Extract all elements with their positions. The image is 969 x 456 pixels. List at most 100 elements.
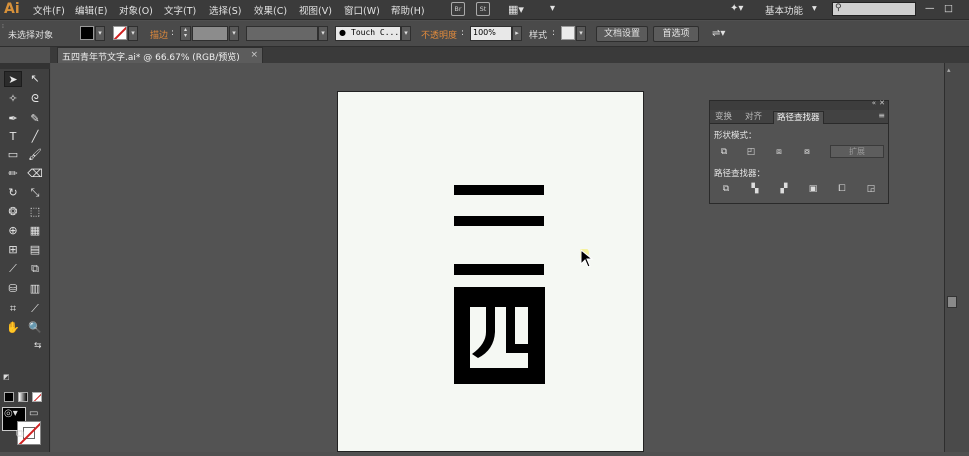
maximize-icon[interactable]: □ [944,3,953,14]
line-segment-tool-icon[interactable]: ╱ [26,129,44,145]
rotate-tool-icon[interactable]: ↻ [4,185,22,201]
unite-icon[interactable]: ⧉ [719,147,729,157]
stroke-weight-stepper[interactable]: ▴ ▾ [180,26,191,41]
outline-icon[interactable]: ⧠ [837,184,847,194]
intersect-icon[interactable]: ⧈ [774,147,784,157]
paintbrush-tool-icon[interactable]: 🖌 [26,147,44,163]
menu-window[interactable]: 窗口(W) [344,3,380,17]
tab-pathfinder[interactable]: 路径查找器 [773,111,824,124]
screen-mode-icon[interactable]: ⧉ [16,427,24,441]
pencil-tool-icon[interactable]: ✏ [4,166,22,182]
opacity-arrow-icon[interactable]: ▸ [512,26,522,41]
pen-tool-icon[interactable]: ✒ [4,111,22,127]
eyedropper-tool-icon[interactable]: ⟋ [4,261,22,277]
scale-tool-icon[interactable]: ⤡ [26,185,44,201]
arrange-documents-icon[interactable]: ▦▾ [508,3,524,16]
eraser-tool-icon[interactable]: ⌫ [26,166,44,182]
preferences-button[interactable]: 首选项 [653,26,699,42]
direct-selection-tool-icon[interactable]: ↖ [26,71,44,87]
brush-dropdown-icon[interactable]: ▾ [401,26,411,41]
column-graph-tool-icon[interactable]: ▥ [26,281,44,297]
style-dropdown-icon[interactable]: ▾ [576,26,586,41]
magic-wand-tool-icon[interactable]: ✧ [4,91,22,107]
zoom-tool-icon[interactable]: 🔍 [26,320,44,336]
shape-builder-tool-icon[interactable]: ⊕ [4,223,22,239]
drawing-mode-icon[interactable]: ◎▾ [4,408,18,419]
stock-button[interactable]: St [476,2,490,16]
variable-width-profile[interactable] [246,26,318,41]
tab-align[interactable]: 对齐 [742,111,765,124]
minus-front-icon[interactable]: ◰ [746,147,756,157]
tab-transform[interactable]: 变换 [712,111,735,124]
scrollbar-thumb[interactable] [947,296,957,308]
panel-menu-icon[interactable]: ≡ [878,111,885,120]
drawing-mode-dropdown-icon[interactable]: ▭ [29,408,38,419]
menu-view[interactable]: 视图(V) [299,3,332,17]
workspace-chevron-icon[interactable]: ▾ [812,3,817,14]
artboard-tool-icon[interactable]: ⌗ [4,301,22,317]
bridge-button[interactable]: Br [451,2,465,16]
divide-icon[interactable]: ⧉ [721,184,731,194]
blend-tool-icon[interactable]: ⧉ [26,261,44,277]
color-mode-icon[interactable] [4,392,14,402]
fill-dropdown-icon[interactable]: ▾ [95,26,105,41]
free-transform-tool-icon[interactable]: ⬚ [26,204,44,220]
document-setup-button[interactable]: 文档设置 [596,26,648,42]
menu-file[interactable]: 文件(F) [33,3,65,17]
collapse-icon[interactable]: « [872,99,876,107]
symbol-sprayer-tool-icon[interactable]: ⛁ [4,281,22,297]
warp-tool-icon[interactable]: ❂ [4,204,22,220]
gradient-mode-icon[interactable] [18,392,28,402]
selection-tool-icon[interactable]: ➤ [4,71,22,87]
vertical-scrollbar[interactable]: ▴ [944,63,969,452]
minimize-icon[interactable]: — [925,3,935,14]
stroke-label[interactable]: 描边 [150,28,168,41]
stroke-weight-dropdown-icon[interactable]: ▾ [229,26,239,41]
menu-select[interactable]: 选择(S) [209,3,241,17]
curvature-tool-icon[interactable]: ✎ [26,111,44,127]
stroke-weight-input[interactable] [192,26,228,41]
menu-help[interactable]: 帮助(H) [391,3,425,17]
close-icon[interactable]: × [250,50,258,60]
minus-back-icon[interactable]: ◲ [866,184,876,194]
crop-icon[interactable]: ▣ [808,184,818,194]
type-tool-icon[interactable]: T [4,129,22,145]
chevron-down-icon[interactable]: ▾ [550,3,555,14]
exclude-icon[interactable]: ⧇ [802,147,812,157]
pathfinder-panel: « ✕ 变换 对齐 路径查找器 ≡ 形状模式： ⧉ ◰ ⧈ ⧇ 扩展 路径查找器… [709,99,889,204]
default-colors-icon[interactable]: ◩ [3,373,10,381]
close-icon[interactable]: ✕ [879,99,885,107]
document-tab[interactable]: 五四青年节文字.ai* @ 66.67% (RGB/预览) × [57,47,263,63]
stroke-swatch[interactable] [113,26,127,40]
workspace-switcher[interactable]: 基本功能 [765,3,803,17]
menu-effect[interactable]: 效果(C) [254,3,287,17]
merge-icon[interactable]: ▞ [779,184,789,194]
opacity-input[interactable]: 100% [470,26,512,41]
brush-definition[interactable]: ● Touch C... [335,26,401,41]
rectangle-tool-icon[interactable]: ▭ [4,147,22,163]
slice-tool-icon[interactable]: ⟋ [26,301,44,317]
fill-swatch[interactable] [80,26,94,40]
mesh-tool-icon[interactable]: ⊞ [4,242,22,258]
panel-menu-icon[interactable]: ⇌▾ [712,28,725,39]
style-swatch[interactable] [561,26,575,40]
menu-edit[interactable]: 编辑(E) [75,3,107,17]
menu-type[interactable]: 文字(T) [164,3,196,17]
panel-header[interactable]: « ✕ [710,99,888,110]
opacity-label[interactable]: 不透明度 [421,28,457,41]
stroke-dropdown-icon[interactable]: ▾ [128,26,138,41]
scroll-up-icon[interactable]: ▴ [947,66,951,74]
expand-button[interactable]: 扩展 [830,145,884,158]
perspective-grid-tool-icon[interactable]: ▦ [26,223,44,239]
hand-tool-icon[interactable]: ✋ [4,320,22,336]
sync-icon[interactable]: ✦▾ [730,3,743,14]
gradient-tool-icon[interactable]: ▤ [26,242,44,258]
trim-icon[interactable]: ▚ [750,184,760,194]
artboard[interactable] [337,91,644,452]
search-input[interactable]: ⚲ [832,2,916,16]
menu-object[interactable]: 对象(O) [119,3,153,17]
lasso-tool-icon[interactable]: ᘓ [26,91,44,107]
swap-fill-stroke-icon[interactable]: ⇆ [34,341,42,351]
none-mode-icon[interactable] [32,392,42,402]
profile-dropdown-icon[interactable]: ▾ [318,26,328,41]
